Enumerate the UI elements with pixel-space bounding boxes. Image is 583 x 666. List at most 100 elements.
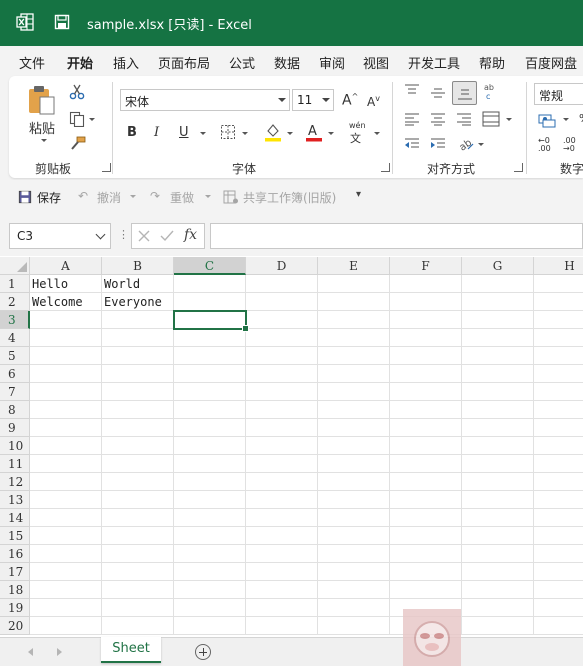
grid-cell[interactable] — [534, 365, 583, 383]
grid-cell[interactable] — [246, 293, 318, 311]
grid-cell[interactable] — [30, 311, 102, 329]
grid-cell[interactable] — [390, 527, 462, 545]
grid-cell[interactable] — [462, 581, 534, 599]
grid-cell[interactable] — [390, 347, 462, 365]
column-header[interactable]: E — [318, 257, 390, 275]
grid-cell[interactable] — [30, 365, 102, 383]
grid-cell[interactable] — [318, 365, 390, 383]
underline-button[interactable]: U — [179, 125, 189, 140]
merge-dropdown-icon[interactable] — [506, 118, 512, 121]
grid-cell[interactable] — [246, 347, 318, 365]
grid-cell[interactable] — [174, 599, 246, 617]
font-launcher-icon[interactable] — [381, 163, 390, 172]
grid-cell[interactable] — [390, 365, 462, 383]
grid-cell[interactable] — [174, 455, 246, 473]
enter-icon[interactable] — [160, 230, 174, 242]
align-center-icon[interactable] — [430, 112, 446, 126]
align-left-icon[interactable] — [404, 112, 420, 126]
grid-cell[interactable] — [246, 365, 318, 383]
grid-cell[interactable] — [102, 581, 174, 599]
undo-dropdown-icon[interactable] — [130, 195, 136, 198]
grid-cell[interactable] — [534, 473, 583, 491]
grid-cell[interactable] — [174, 293, 246, 311]
orientation-icon[interactable]: ab — [457, 135, 475, 151]
grid-cell[interactable] — [390, 293, 462, 311]
worksheet-grid[interactable]: A B C D E F G H 1 2 3 4 5 6 7 8 9 10 11 12 13 14 15 16 1… — [0, 257, 583, 637]
grid-cell[interactable] — [174, 581, 246, 599]
grid-cell[interactable] — [30, 581, 102, 599]
align-right-icon[interactable] — [456, 112, 472, 126]
copy-dropdown-icon[interactable] — [89, 118, 95, 121]
grid-cell[interactable] — [246, 329, 318, 347]
grid-cell[interactable] — [462, 527, 534, 545]
grid-cell[interactable] — [318, 491, 390, 509]
redo-dropdown-icon[interactable] — [205, 195, 211, 198]
grid-cell[interactable] — [462, 617, 534, 635]
grid-cell[interactable] — [102, 509, 174, 527]
grid-cell[interactable] — [462, 383, 534, 401]
grid-cell[interactable] — [390, 437, 462, 455]
grid-cell[interactable] — [174, 419, 246, 437]
grid-cell[interactable] — [534, 401, 583, 419]
grid-cell[interactable] — [102, 419, 174, 437]
fill-color-icon[interactable] — [264, 122, 282, 142]
cell-a2[interactable]: Welcome — [30, 293, 102, 311]
grid-cell[interactable] — [102, 527, 174, 545]
grid-cell[interactable] — [462, 473, 534, 491]
align-top-icon[interactable] — [404, 84, 420, 98]
add-sheet-icon[interactable] — [195, 644, 211, 660]
grid-cell[interactable] — [462, 419, 534, 437]
grid-cell[interactable] — [318, 599, 390, 617]
grid-cell[interactable] — [534, 527, 583, 545]
merge-center-icon[interactable] — [482, 111, 500, 127]
select-all-button[interactable] — [0, 257, 30, 275]
redo-icon[interactable]: ↷ — [150, 189, 160, 203]
row-header[interactable]: 8 — [0, 401, 30, 419]
grid-cell[interactable] — [174, 383, 246, 401]
row-header[interactable]: 12 — [0, 473, 30, 491]
cell-a1[interactable]: Hello — [30, 275, 102, 293]
grid-cell[interactable] — [390, 491, 462, 509]
grid-cell[interactable] — [462, 347, 534, 365]
percent-style-icon[interactable]: % — [579, 112, 583, 125]
grid-cell[interactable] — [102, 437, 174, 455]
grid-cell[interactable] — [174, 617, 246, 635]
grid-cell[interactable] — [390, 383, 462, 401]
grid-cell[interactable] — [534, 329, 583, 347]
grid-cell[interactable] — [246, 491, 318, 509]
grid-cell[interactable] — [390, 473, 462, 491]
cell-b2[interactable]: Everyone — [102, 293, 174, 311]
italic-button[interactable]: I — [154, 125, 159, 140]
grid-cell[interactable] — [534, 509, 583, 527]
grid-cell[interactable] — [30, 329, 102, 347]
grid-cell[interactable] — [246, 527, 318, 545]
row-header[interactable]: 13 — [0, 491, 30, 509]
column-header[interactable]: F — [390, 257, 462, 275]
chevron-down-icon[interactable] — [95, 229, 106, 240]
grid-cell[interactable] — [30, 473, 102, 491]
grid-cell[interactable] — [246, 437, 318, 455]
grid-cell[interactable] — [174, 563, 246, 581]
phonetic-guide-icon[interactable]: wén — [349, 121, 366, 130]
grid-cell[interactable] — [390, 545, 462, 563]
grid-cell[interactable] — [30, 491, 102, 509]
cut-icon[interactable] — [69, 84, 85, 100]
fill-color-dropdown-icon[interactable] — [287, 132, 293, 135]
sheet-tab-active[interactable]: Sheet — [101, 637, 161, 663]
grid-cell[interactable] — [102, 473, 174, 491]
align-middle-icon[interactable] — [430, 86, 446, 100]
grid-cell[interactable] — [246, 617, 318, 635]
grid-cell[interactable] — [534, 599, 583, 617]
formula-input[interactable] — [210, 223, 583, 249]
grid-cell[interactable] — [30, 527, 102, 545]
tab-developer[interactable]: 开发工具 — [408, 53, 460, 72]
grid-cell[interactable] — [246, 509, 318, 527]
grid-cell[interactable] — [318, 581, 390, 599]
scroll-sheets-left-icon[interactable] — [28, 648, 33, 656]
bold-button[interactable]: B — [127, 125, 137, 140]
redo-button[interactable]: 重做 — [170, 189, 194, 206]
grid-cell[interactable] — [534, 455, 583, 473]
grid-cell[interactable] — [318, 509, 390, 527]
tab-insert[interactable]: 插入 — [113, 53, 139, 72]
grid-cell[interactable] — [534, 275, 583, 293]
